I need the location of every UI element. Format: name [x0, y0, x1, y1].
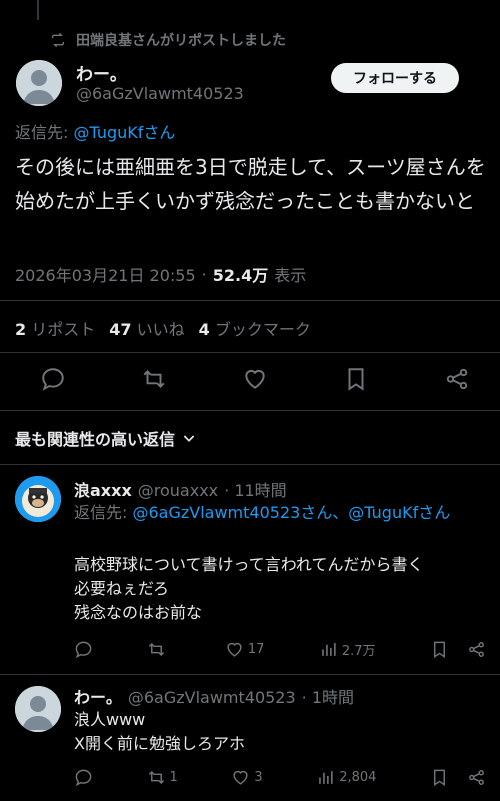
- reply-header: 浪axxx @rouaxxx · 11時間: [74, 477, 287, 501]
- divider: [0, 464, 500, 465]
- author-handle[interactable]: @6aGzVlawmt40523: [76, 84, 244, 103]
- reply-to: 返信先: @6aGzVlawmt40523さん、@TuguKfさん: [74, 501, 486, 525]
- divider: [0, 352, 500, 353]
- reply-icon: [75, 769, 92, 787]
- views-button[interactable]: 2,804: [316, 768, 376, 787]
- divider: [0, 410, 500, 411]
- author-name[interactable]: わー。: [76, 60, 127, 85]
- repost-icon: [52, 32, 64, 48]
- like-icon[interactable]: [242, 366, 268, 392]
- repost-button[interactable]: [147, 640, 170, 659]
- bookmark-icon[interactable]: [343, 366, 369, 392]
- reply-line: 浪人www: [74, 710, 146, 729]
- avatar[interactable]: [15, 686, 61, 732]
- reply-to-prefix: 返信先:: [15, 123, 74, 142]
- repost-button[interactable]: 1: [147, 768, 178, 787]
- reposts-stat[interactable]: 2 リポスト: [15, 316, 95, 340]
- like-button[interactable]: 17: [225, 640, 265, 659]
- follow-button[interactable]: フォローする: [331, 63, 459, 93]
- divider: [0, 300, 500, 301]
- repost-count: 1: [169, 770, 178, 785]
- views-icon: [319, 771, 333, 784]
- reply-button[interactable]: [74, 768, 93, 787]
- repost-banner[interactable]: 田端良基さんがリポストしました: [50, 30, 286, 50]
- like-button[interactable]: 3: [231, 768, 263, 787]
- reply-line: 残念なのはお前な: [74, 603, 203, 622]
- like-icon: [233, 770, 248, 785]
- timestamp[interactable]: 2026年03月21日 20:55: [15, 262, 196, 286]
- repost-icon: [148, 770, 164, 785]
- chevron-down-icon: [183, 435, 195, 442]
- views-label: 表示: [274, 266, 307, 285]
- reply-to-user-link[interactable]: @TuguKfさん: [73, 123, 175, 142]
- default-avatar-icon: [16, 60, 62, 106]
- reply-time[interactable]: · 1時間: [302, 684, 354, 708]
- divider: [0, 674, 500, 675]
- reply-right-actions: [430, 640, 486, 659]
- reply-text: 高校野球について書けって言われてんだから書く 必要ねぇだろ 残念なのはお前な: [74, 553, 486, 625]
- tweet-meta: 2026年03月21日 20:55 · 52.4万 表示: [15, 262, 306, 286]
- reply-header: わー。 @6aGzVlawmt40523 · 1時間: [74, 684, 354, 708]
- views-count: 2,804: [339, 770, 377, 785]
- reply-sort-dropdown[interactable]: 最も関連性の高い返信: [15, 426, 197, 450]
- tweet-text: その後には亜細亜を3日で脱走して、スーツ屋さんを始めたが上手くいかず残念だったこ…: [15, 155, 486, 213]
- reply-author-handle[interactable]: @rouaxxx: [138, 481, 218, 500]
- views-count: 2.7万: [341, 644, 376, 659]
- reply-icon: [75, 641, 92, 659]
- views-icon: [322, 643, 336, 656]
- like-count: 17: [247, 642, 265, 657]
- reply-time[interactable]: · 11時間: [224, 477, 287, 501]
- tweet-actions: [40, 366, 470, 392]
- repost-icon: [149, 642, 165, 657]
- share-icon[interactable]: [444, 366, 470, 392]
- avatar[interactable]: [16, 60, 62, 106]
- like-icon: [227, 642, 242, 657]
- repost-icon[interactable]: [141, 366, 167, 392]
- bookmark-icon[interactable]: [430, 768, 449, 787]
- bookmarks-stat[interactable]: 4 ブックマーク: [199, 316, 311, 340]
- views-button[interactable]: 2.7万: [319, 640, 376, 659]
- thread-line: [37, 0, 39, 20]
- share-icon[interactable]: [467, 640, 486, 659]
- reply-author-name[interactable]: 浪axxx: [74, 477, 132, 501]
- share-icon[interactable]: [467, 768, 486, 787]
- views-count: 52.4万: [212, 266, 269, 285]
- reply-actions: 1 3 2,804: [74, 768, 486, 787]
- tweet-stats: 2 リポスト 47 いいね 4 ブックマーク: [15, 316, 317, 340]
- reply-icon[interactable]: [40, 366, 66, 392]
- repost-banner-text: 田端良基さんがリポストしました: [76, 33, 286, 49]
- reply-to: 返信先: @TuguKfさん: [15, 119, 175, 143]
- avatar[interactable]: [15, 476, 61, 522]
- reply-to-users-link[interactable]: @6aGzVlawmt40523さん、@TuguKfさん: [132, 503, 450, 522]
- reply-line: 必要ねぇだろ: [74, 579, 170, 598]
- sort-label: 最も関連性の高い返信: [15, 430, 176, 449]
- reply-line: X開く前に勉強しろアホ: [74, 734, 245, 753]
- reply-right-actions: [430, 768, 486, 787]
- reply-to-prefix: 返信先:: [74, 503, 133, 522]
- reply-line: 高校野球について書けって言われてんだから書く: [74, 555, 424, 574]
- reply-author-handle[interactable]: @6aGzVlawmt40523: [128, 688, 296, 707]
- reply-actions: 17 2.7万: [74, 640, 486, 659]
- bookmark-icon[interactable]: [430, 640, 449, 659]
- like-count: 3: [254, 770, 263, 785]
- default-avatar-icon: [15, 686, 61, 732]
- reply-author-name[interactable]: わー。: [74, 684, 122, 708]
- reply-text: 浪人www X開く前に勉強しろアホ: [74, 708, 486, 756]
- reply-button[interactable]: [74, 640, 93, 659]
- monkey-avatar-icon: [15, 476, 61, 522]
- likes-stat[interactable]: 47 いいね: [109, 316, 184, 340]
